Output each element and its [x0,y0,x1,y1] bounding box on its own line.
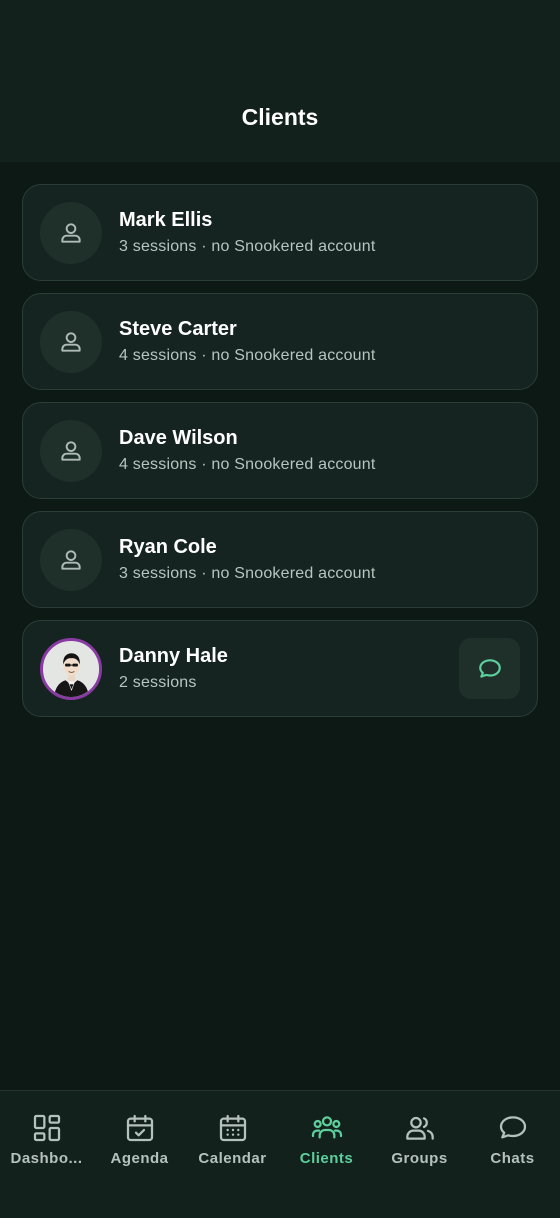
client-card[interactable]: Ryan Cole 3 sessions · no Snookered acco… [22,511,538,608]
avatar [40,529,102,591]
client-name: Dave Wilson [119,427,238,449]
client-meta: 2 sessions [119,674,197,691]
tab-groups[interactable]: Groups [373,1091,466,1191]
tab-label: Agenda [110,1150,169,1167]
avatar [40,420,102,482]
client-name: Mark Ellis [119,209,213,231]
groups-icon [405,1116,434,1140]
chats-icon [499,1116,526,1139]
client-card[interactable]: Dave Wilson 4 sessions · no Snookered ac… [22,402,538,499]
person-icon [61,441,81,461]
calendar-icon [219,1114,246,1142]
client-card[interactable]: Steve Carter 4 sessions · no Snookered a… [22,293,538,390]
tab-agenda[interactable]: Agenda [93,1091,186,1191]
chat-button[interactable] [459,638,520,699]
client-meta: 3 sessions · no Snookered account [119,238,376,255]
profile-photo [43,641,99,697]
tab-calendar[interactable]: Calendar [186,1091,279,1191]
client-name: Steve Carter [119,318,237,340]
tab-clients[interactable]: Clients [280,1091,373,1191]
client-name: Danny Hale [119,645,228,667]
client-meta: 4 sessions · no Snookered account [119,347,376,364]
clients-icon [311,1116,342,1139]
tab-label: Calendar [198,1150,267,1167]
client-meta: 4 sessions · no Snookered account [119,456,376,473]
client-card[interactable]: Danny Hale 2 sessions [22,620,538,717]
avatar [40,202,102,264]
agenda-icon [126,1114,153,1142]
avatar [40,311,102,373]
avatar [40,638,102,700]
person-icon [61,223,81,243]
header-bar: Clients [0,0,560,162]
person-icon [61,332,81,352]
tab-label: Dashbo... [10,1150,83,1167]
client-list: Mark Ellis 3 sessions · no Snookered acc… [22,184,538,729]
page-title: Clients [241,104,319,130]
client-name: Ryan Cole [119,536,217,558]
tab-chats[interactable]: Chats [466,1091,559,1191]
client-card[interactable]: Mark Ellis 3 sessions · no Snookered acc… [22,184,538,281]
client-meta: 3 sessions · no Snookered account [119,565,376,582]
tab-label: Groups [391,1150,448,1167]
tab-label: Clients [299,1150,354,1167]
clients-screen: Clients Mark Ellis 3 sessions · no Snook… [0,0,560,1218]
tab-bar: Dashbo... Agenda Calendar Clients Groups… [0,1090,560,1218]
person-icon [61,550,81,570]
tab-label: Chats [490,1150,535,1167]
dashboard-icon [33,1114,60,1142]
chat-bubble-icon [478,658,501,678]
tab-dashboard[interactable]: Dashbo... [0,1091,93,1191]
